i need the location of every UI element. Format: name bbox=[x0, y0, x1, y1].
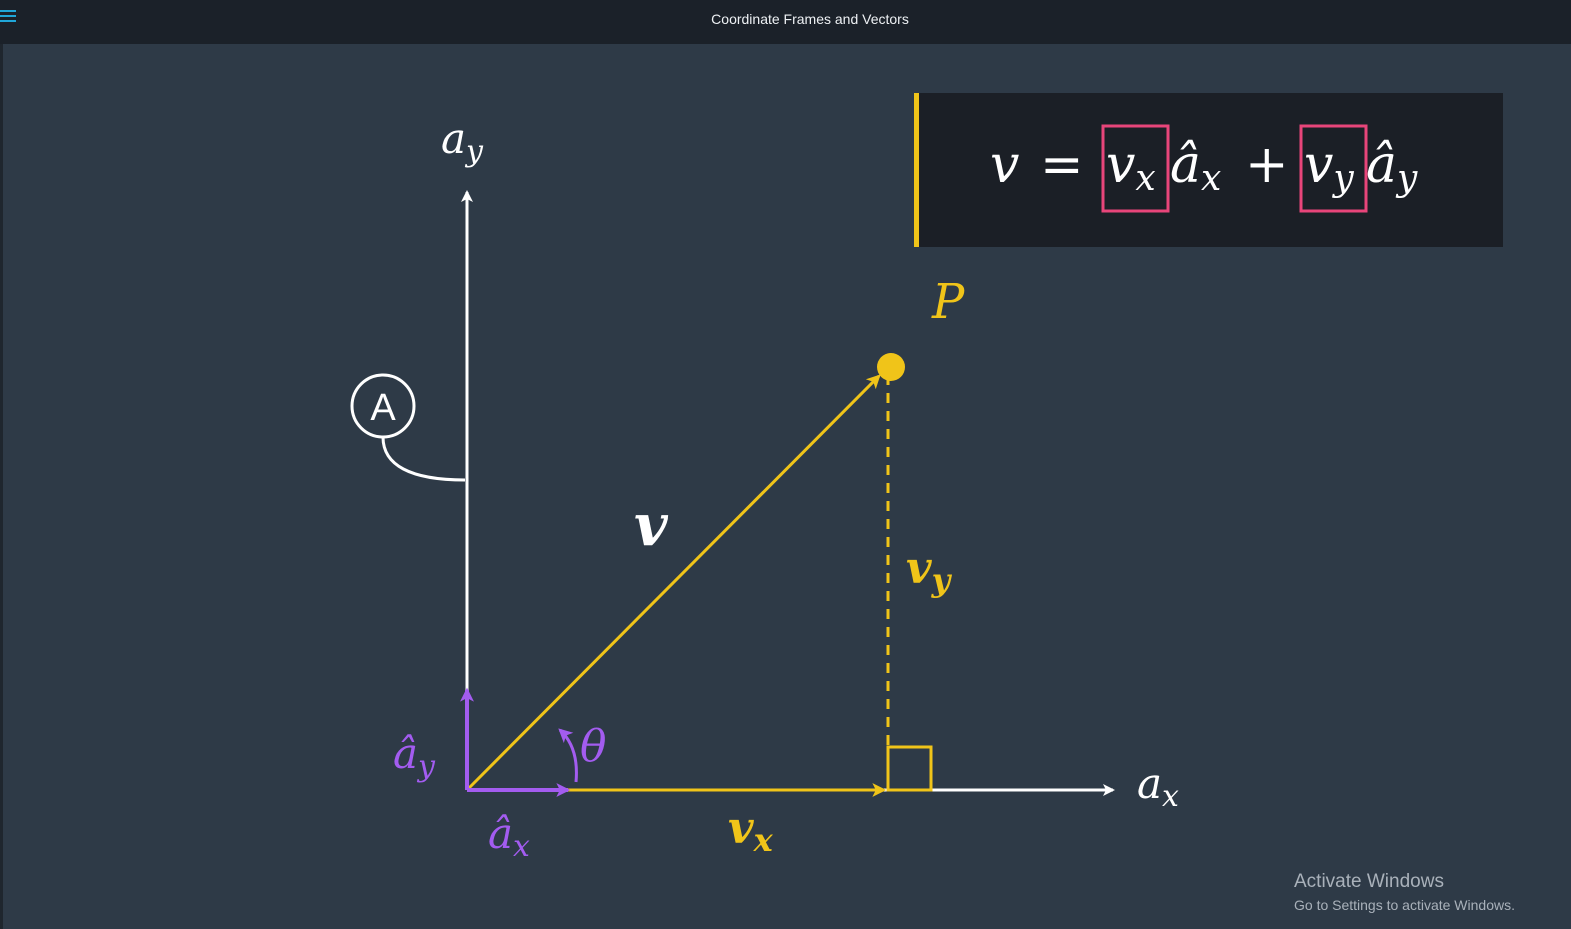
activate-windows-title: Activate Windows bbox=[1294, 871, 1444, 892]
unit-x-label-base: â bbox=[488, 809, 513, 858]
vy-label-sub: y bbox=[931, 561, 953, 599]
term1-unit-base: â bbox=[1170, 135, 1201, 195]
y-axis-label-sub: y bbox=[464, 134, 484, 169]
x-axis-label-sub: x bbox=[1162, 779, 1179, 814]
vx-label-base: v bbox=[728, 803, 754, 854]
svg-text:ax: ax bbox=[1137, 759, 1179, 814]
term2-coef-base: v bbox=[1304, 135, 1333, 195]
svg-text:=: = bbox=[1040, 135, 1084, 195]
svg-text:ay: ay bbox=[441, 114, 484, 169]
frame-label-text: A bbox=[370, 387, 396, 429]
angle-theta-arc bbox=[558, 728, 578, 783]
svg-text:vx: vx bbox=[728, 803, 774, 859]
vy-label-base: v bbox=[906, 543, 932, 594]
term1-coef-base: v bbox=[1106, 135, 1135, 195]
svg-text:θ: θ bbox=[580, 721, 607, 772]
term1-coef-sub: x bbox=[1135, 158, 1155, 199]
point-p-label: P bbox=[931, 274, 965, 330]
svg-text:v: v bbox=[990, 135, 1019, 195]
svg-text:vy: vy bbox=[906, 543, 953, 599]
vector-v-arrow bbox=[465, 374, 881, 792]
term2-unit-base: â bbox=[1366, 135, 1397, 195]
point-p-dot bbox=[877, 353, 905, 381]
x-axis-label-base: a bbox=[1137, 759, 1162, 808]
y-axis-label-base: a bbox=[441, 114, 466, 163]
frame-label-leader bbox=[381, 436, 466, 482]
svg-text:P: P bbox=[931, 274, 965, 330]
equation-plus: + bbox=[1245, 135, 1289, 195]
equation-accent-bar bbox=[914, 93, 919, 247]
svg-text:ây: ây bbox=[393, 729, 436, 784]
activate-windows-subtitle: Go to Settings to activate Windows. bbox=[1294, 897, 1515, 913]
svg-text:A: A bbox=[370, 387, 396, 429]
angle-theta-label: θ bbox=[580, 721, 607, 772]
svg-text:âx: âx bbox=[488, 809, 530, 864]
term2-coef-sub: y bbox=[1331, 158, 1354, 199]
unit-y-label-base: â bbox=[393, 729, 418, 778]
term1-unit-sub: x bbox=[1201, 158, 1221, 199]
svg-text:v: v bbox=[634, 491, 669, 559]
unit-y-label-sub: y bbox=[416, 749, 436, 784]
equation-equals: = bbox=[1040, 135, 1084, 195]
vector-v-label: v bbox=[634, 491, 669, 559]
right-angle-marker bbox=[886, 745, 933, 792]
equation-lhs: v bbox=[990, 135, 1019, 195]
svg-text:+: + bbox=[1245, 135, 1289, 195]
term2-unit-sub: y bbox=[1395, 158, 1418, 199]
unit-x-label-sub: x bbox=[513, 829, 530, 864]
vx-label-sub: x bbox=[753, 821, 774, 859]
coordinate-frame-diagram: v = vx âx + vy ây ay ax A v P vy vx θ ây… bbox=[350, 93, 1503, 864]
